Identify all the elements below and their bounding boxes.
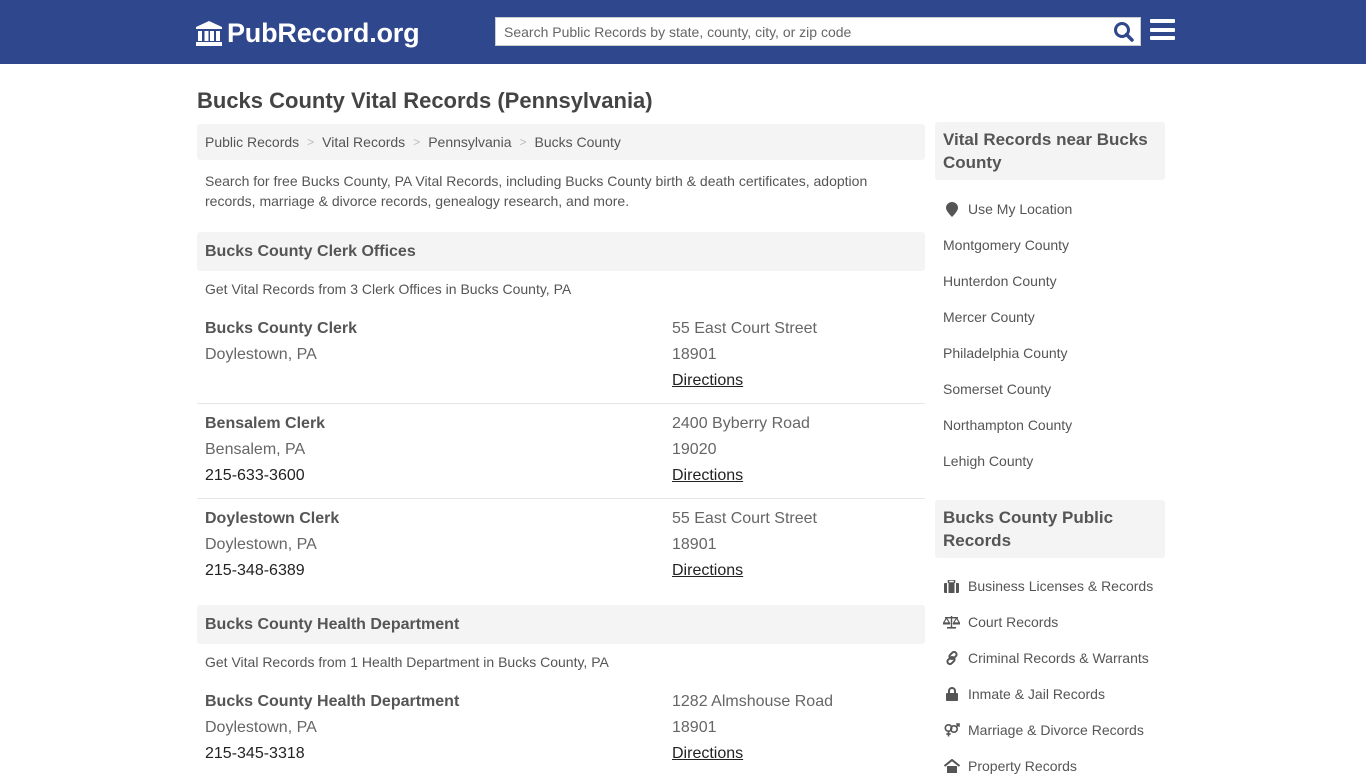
office-city: Doylestown, PA bbox=[205, 719, 317, 736]
nearby-county-link[interactable]: Hunterdon County bbox=[943, 273, 1057, 289]
page-title: Bucks County Vital Records (Pennsylvania… bbox=[197, 88, 653, 113]
office-address: 55 East Court Street bbox=[672, 320, 817, 337]
top-navbar: PubRecord.org bbox=[0, 0, 1366, 64]
public-record-label: Business Licenses & Records bbox=[968, 578, 1154, 594]
home-icon bbox=[943, 758, 960, 774]
breadcrumb: Public Records > Vital Records > Pennsyl… bbox=[197, 124, 925, 160]
breadcrumb-separator: > bbox=[413, 135, 421, 149]
nearby-county-link[interactable]: Somerset County bbox=[943, 381, 1051, 397]
search-box bbox=[495, 17, 1141, 46]
public-record-label: Inmate & Jail Records bbox=[968, 686, 1105, 702]
site-logo[interactable]: PubRecord.org bbox=[195, 18, 420, 49]
office-zip: 18901 bbox=[672, 536, 717, 553]
use-my-location-label: Use My Location bbox=[968, 201, 1073, 217]
directions-link[interactable]: Directions bbox=[672, 372, 743, 389]
hamburger-menu-icon[interactable] bbox=[1150, 19, 1175, 42]
public-record-label: Marriage & Divorce Records bbox=[968, 722, 1144, 738]
sidebar-heading-nearby: Vital Records near Bucks County bbox=[935, 122, 1165, 180]
section-subtitle: Get Vital Records from 1 Health Departme… bbox=[205, 654, 609, 670]
directions-link[interactable]: Directions bbox=[672, 745, 743, 762]
public-record-link-court[interactable]: Court Records bbox=[943, 614, 1058, 630]
office-item: Doylestown Clerk Doylestown, PA 215-348-… bbox=[197, 506, 925, 594]
directions-link[interactable]: Directions bbox=[672, 562, 743, 579]
public-record-link-business[interactable]: Business Licenses & Records bbox=[943, 578, 1153, 594]
nearby-county-link[interactable]: Northampton County bbox=[943, 417, 1072, 433]
office-phone[interactable]: 215-348-6389 bbox=[205, 558, 339, 584]
breadcrumb-public-records[interactable]: Public Records bbox=[205, 134, 299, 150]
office-item: Bucks County Clerk Doylestown, PA 55 Eas… bbox=[197, 316, 925, 404]
nearby-county-link[interactable]: Montgomery County bbox=[943, 237, 1069, 253]
office-city: Doylestown, PA bbox=[205, 536, 317, 553]
nearby-county-link[interactable]: Mercer County bbox=[943, 309, 1035, 325]
search-input[interactable] bbox=[496, 18, 1106, 45]
office-phone[interactable]: 215-345-3318 bbox=[205, 741, 459, 767]
logo-text: PubRecord.org bbox=[227, 18, 420, 48]
courthouse-icon bbox=[196, 20, 222, 46]
section-heading-clerk-offices: Bucks County Clerk Offices bbox=[197, 232, 925, 271]
section-subtitle: Get Vital Records from 3 Clerk Offices i… bbox=[205, 281, 572, 297]
office-address: 2400 Byberry Road bbox=[672, 415, 810, 432]
public-record-link-property[interactable]: Property Records bbox=[943, 758, 1077, 774]
map-marker-icon bbox=[943, 201, 960, 217]
public-record-link-inmate[interactable]: Inmate & Jail Records bbox=[943, 686, 1105, 702]
breadcrumb-pennsylvania[interactable]: Pennsylvania bbox=[428, 134, 511, 150]
office-item: Bucks County Health Department Doylestow… bbox=[197, 689, 925, 777]
intro-text: Search for free Bucks County, PA Vital R… bbox=[205, 173, 868, 209]
office-phone[interactable]: 215-633-3600 bbox=[205, 463, 325, 489]
office-address: 55 East Court Street bbox=[672, 510, 817, 527]
breadcrumb-bucks-county[interactable]: Bucks County bbox=[535, 134, 621, 150]
office-name: Bucks County Health Department bbox=[205, 693, 460, 710]
office-name: Doylestown Clerk bbox=[205, 510, 340, 527]
public-record-label: Property Records bbox=[968, 758, 1077, 774]
nearby-county-link[interactable]: Lehigh County bbox=[943, 453, 1033, 469]
office-item: Bensalem Clerk Bensalem, PA 215-633-3600… bbox=[197, 411, 925, 499]
sidebar-heading-public-records: Bucks County Public Records bbox=[935, 500, 1165, 558]
use-my-location-link[interactable]: Use My Location bbox=[943, 201, 1072, 217]
office-zip: 19020 bbox=[672, 441, 717, 458]
office-address: 1282 Almshouse Road bbox=[672, 693, 833, 710]
directions-link[interactable]: Directions bbox=[672, 467, 743, 484]
gender-icon bbox=[943, 722, 960, 738]
nearby-county-link[interactable]: Philadelphia County bbox=[943, 345, 1068, 361]
public-record-link-marriage[interactable]: Marriage & Divorce Records bbox=[943, 722, 1144, 738]
public-record-link-criminal[interactable]: Criminal Records & Warrants bbox=[943, 650, 1149, 666]
breadcrumb-vital-records[interactable]: Vital Records bbox=[322, 134, 405, 150]
search-icon[interactable] bbox=[1112, 21, 1136, 43]
section-heading-health-department: Bucks County Health Department bbox=[197, 605, 925, 644]
office-zip: 18901 bbox=[672, 719, 717, 736]
office-city: Bensalem, PA bbox=[205, 441, 306, 458]
public-record-label: Court Records bbox=[968, 614, 1059, 630]
briefcase-icon bbox=[943, 578, 960, 594]
scales-icon bbox=[943, 614, 960, 630]
public-record-label: Criminal Records & Warrants bbox=[968, 650, 1149, 666]
office-zip: 18901 bbox=[672, 346, 717, 363]
office-name: Bensalem Clerk bbox=[205, 415, 326, 432]
breadcrumb-separator: > bbox=[307, 135, 315, 149]
lock-icon bbox=[943, 686, 960, 702]
office-city: Doylestown, PA bbox=[205, 346, 317, 363]
office-name: Bucks County Clerk bbox=[205, 320, 358, 337]
link-icon bbox=[943, 650, 960, 666]
breadcrumb-separator: > bbox=[519, 135, 527, 149]
